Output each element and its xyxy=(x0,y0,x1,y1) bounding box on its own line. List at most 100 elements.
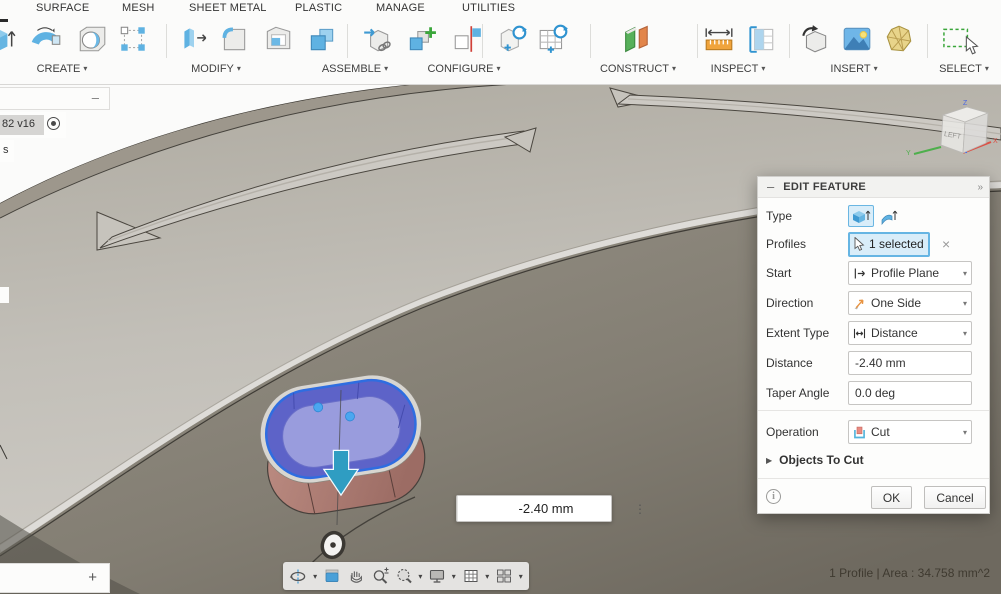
tab-mesh[interactable]: MESH xyxy=(122,2,155,16)
ribbon-separator xyxy=(482,24,483,58)
grid-menu-caret[interactable]: ▾ xyxy=(483,572,492,581)
pan-icon[interactable] xyxy=(344,564,367,588)
display-settings-icon[interactable] xyxy=(426,564,449,588)
group-assemble[interactable]: ASSEMBLE▾ xyxy=(310,62,400,75)
triangle-right-icon: ▶ xyxy=(766,456,772,465)
axis-x-label: X xyxy=(993,138,998,145)
browser-document-row[interactable]: 82 v16 xyxy=(0,112,66,138)
row-profiles: Profiles 1 selected × xyxy=(766,231,983,257)
display-menu-caret[interactable]: ▾ xyxy=(450,572,459,581)
row-start: Start Profile Plane ▾ xyxy=(766,260,983,286)
viewports-icon[interactable] xyxy=(493,564,516,588)
chevron-down-icon: ▾ xyxy=(985,65,989,73)
window-zoom-icon[interactable] xyxy=(392,564,415,588)
axis-z-label: Z xyxy=(963,100,968,107)
operation-dropdown[interactable]: Cut ▾ xyxy=(848,420,972,444)
document-name[interactable]: 82 v16 xyxy=(2,118,35,130)
insert-mesh-icon[interactable] xyxy=(882,21,916,57)
row-distance: Distance xyxy=(766,350,983,376)
tab-sheet-metal[interactable]: SHEET METAL xyxy=(189,2,267,16)
shell-icon[interactable] xyxy=(261,21,295,57)
extent-type-dropdown[interactable]: Distance ▾ xyxy=(848,321,972,345)
visibility-radio-icon[interactable] xyxy=(47,117,60,130)
edit-sketch-points-icon[interactable] xyxy=(116,21,150,57)
rigid-group-icon[interactable] xyxy=(450,21,484,57)
row-type: Type xyxy=(766,203,983,229)
group-inspect[interactable]: INSPECT▾ xyxy=(698,62,778,75)
direction-dropdown[interactable]: One Side ▾ xyxy=(848,291,972,315)
objects-to-cut-toggle[interactable]: ▶ Objects To Cut xyxy=(766,449,983,471)
group-insert[interactable]: INSERT▾ xyxy=(814,62,894,75)
select-icon[interactable] xyxy=(938,21,984,57)
browser-minimize-button[interactable]: – xyxy=(92,90,99,105)
combine-icon[interactable] xyxy=(305,21,339,57)
section-analysis-icon[interactable] xyxy=(744,21,778,57)
group-configure[interactable]: CONFIGURE▾ xyxy=(419,62,509,75)
revolve-icon[interactable] xyxy=(30,21,64,57)
group-construct[interactable]: CONSTRUCT▾ xyxy=(593,62,683,75)
cursor-icon xyxy=(854,237,865,251)
tab-plastic[interactable]: PLASTIC xyxy=(295,2,342,16)
construct-plane-icon[interactable] xyxy=(620,21,654,57)
clear-selection-icon[interactable]: × xyxy=(942,236,950,252)
hole-icon[interactable] xyxy=(75,21,109,57)
press-pull-icon[interactable] xyxy=(177,21,211,57)
grid-icon[interactable] xyxy=(459,564,482,588)
ribbon-separator xyxy=(347,24,348,58)
tab-manage[interactable]: MANAGE xyxy=(376,2,425,16)
new-component-icon[interactable] xyxy=(360,21,394,57)
ribbon-separator xyxy=(789,24,790,58)
left-edge-panel-fragment xyxy=(0,287,9,303)
canvas-image-icon[interactable] xyxy=(840,21,874,57)
expand-panel-icon[interactable]: » xyxy=(977,182,983,193)
browser-item-fragment[interactable]: s xyxy=(0,140,14,162)
zoom-icon[interactable] xyxy=(368,564,391,588)
distance-input[interactable] xyxy=(848,351,972,375)
cut-operation-icon xyxy=(852,425,867,440)
ribbon-separator xyxy=(590,24,591,58)
info-icon[interactable]: i xyxy=(766,489,781,504)
look-at-icon[interactable] xyxy=(320,564,343,588)
fillet-icon[interactable] xyxy=(217,21,251,57)
timeline-add-button[interactable]: + xyxy=(88,569,97,586)
ribbon-separator xyxy=(166,24,167,58)
window-zoom-menu-caret[interactable]: ▾ xyxy=(416,572,425,581)
insert-derive-icon[interactable] xyxy=(798,21,832,57)
distance-value-field[interactable] xyxy=(458,496,634,521)
group-create[interactable]: CREATE▾ xyxy=(22,62,102,75)
one-side-icon xyxy=(852,296,867,311)
configuration-icon[interactable] xyxy=(496,21,530,57)
row-operation: Operation Cut ▾ xyxy=(766,419,983,445)
edit-feature-dialog: – EDIT FEATURE » Type Profiles 1 selecte… xyxy=(757,176,990,514)
cancel-button[interactable]: Cancel xyxy=(924,486,986,509)
type-extrude-button[interactable] xyxy=(848,205,874,227)
chevron-down-icon: ▾ xyxy=(874,65,878,73)
group-select[interactable]: SELECT▾ xyxy=(924,62,1001,75)
axis-y-label: Y xyxy=(906,150,911,157)
dialog-title: EDIT FEATURE xyxy=(783,181,866,193)
joint-icon[interactable] xyxy=(404,21,438,57)
tab-surface[interactable]: SURFACE xyxy=(36,2,89,16)
measure-icon[interactable] xyxy=(702,21,736,57)
tab-utilities[interactable]: UTILITIES xyxy=(462,2,515,16)
orbit-menu-caret[interactable]: ▾ xyxy=(311,572,320,581)
configuration-table-icon[interactable] xyxy=(536,21,570,57)
kebab-menu-icon[interactable]: ⋮ xyxy=(634,496,646,521)
fusion-window: LEFT Y X Z SURFACE MESH SHEET METAL PLAS… xyxy=(0,0,1001,594)
dialog-title-bar[interactable]: – EDIT FEATURE » xyxy=(758,177,989,198)
extrude-icon[interactable] xyxy=(0,21,18,57)
chevron-down-icon: ▾ xyxy=(963,428,968,437)
viewports-menu-caret[interactable]: ▾ xyxy=(516,572,525,581)
orbit-icon[interactable] xyxy=(287,564,310,588)
ok-button[interactable]: OK xyxy=(871,486,912,509)
distance-extent-icon xyxy=(852,326,867,341)
collapse-icon[interactable]: – xyxy=(767,182,774,192)
ribbon-separator xyxy=(927,24,928,58)
chevron-down-icon: ▾ xyxy=(237,65,241,73)
profiles-selected-button[interactable]: 1 selected xyxy=(848,232,930,257)
type-thin-extrude-button[interactable] xyxy=(876,205,902,227)
taper-angle-input[interactable] xyxy=(848,381,972,405)
start-dropdown[interactable]: Profile Plane ▾ xyxy=(848,261,972,285)
group-modify[interactable]: MODIFY▾ xyxy=(176,62,256,75)
selection-status-text: 1 Profile | Area : 34.758 mm^2 xyxy=(829,566,990,580)
